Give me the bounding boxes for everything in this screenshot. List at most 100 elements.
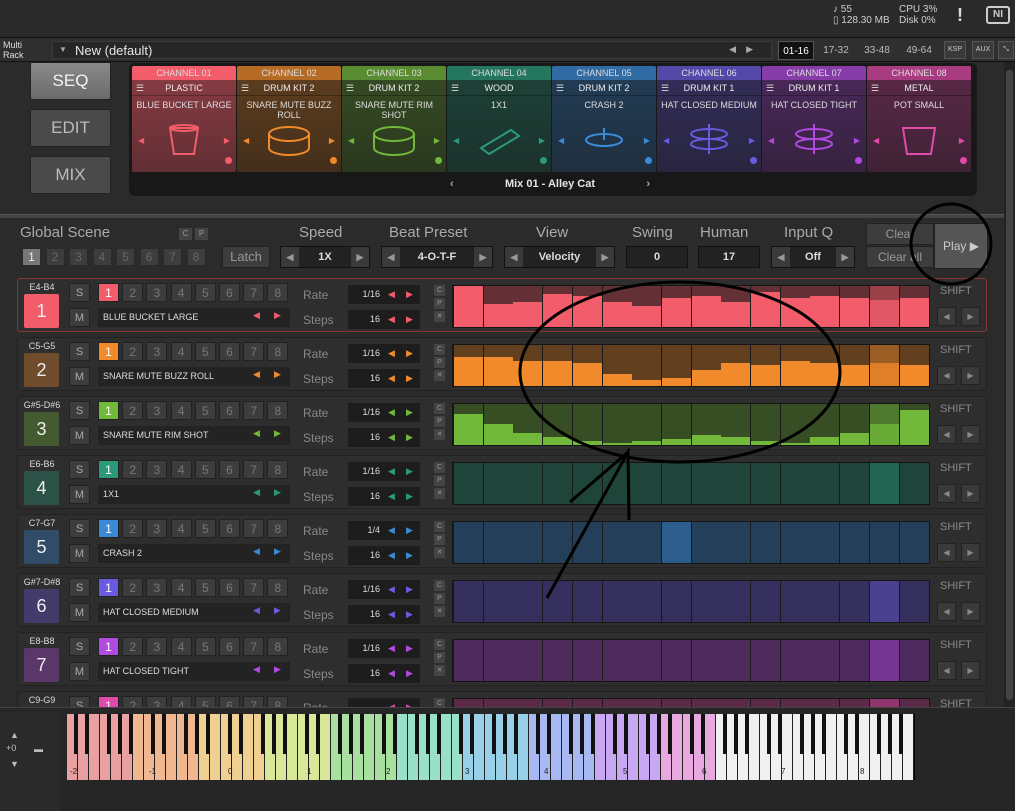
white-key[interactable] <box>474 714 485 780</box>
white-key[interactable] <box>287 714 298 780</box>
white-key[interactable] <box>397 714 408 780</box>
step-cell[interactable] <box>780 463 810 504</box>
track-pattern-2-button[interactable]: 2 <box>122 637 144 656</box>
transpose-up-icon[interactable]: ▲ <box>10 730 19 740</box>
step-cell[interactable] <box>661 463 691 504</box>
rate-selector[interactable]: 1/16 ◀ ▶ <box>348 580 420 599</box>
collapse-icon[interactable]: ⤡ <box>998 41 1014 59</box>
track-pattern-4-button[interactable]: 4 <box>170 401 192 420</box>
step-cell[interactable] <box>572 286 602 327</box>
sound-next-icon[interactable]: ▶ <box>274 546 281 557</box>
rate-selector[interactable]: 1/4 ◀ ▶ <box>348 521 420 540</box>
sound-next-icon[interactable]: ▶ <box>274 487 281 498</box>
rate-selector[interactable]: 1/16 ◀ ▶ <box>348 344 420 363</box>
white-key[interactable] <box>89 714 100 780</box>
step-cell[interactable] <box>661 640 691 681</box>
track-pattern-4-button[interactable]: 4 <box>170 460 192 479</box>
step-cell[interactable] <box>840 463 870 504</box>
step-cell[interactable] <box>513 404 543 445</box>
step-cell[interactable] <box>572 345 602 386</box>
step-cell[interactable] <box>780 345 810 386</box>
channel-next-icon[interactable]: ▶ <box>644 136 650 145</box>
step-cell[interactable] <box>513 640 543 681</box>
mix-prev-icon[interactable]: ‹ <box>450 178 454 190</box>
channel-slot[interactable]: CHANNEL 06 DRUM KIT 1 ☰ HAT CLOSED MEDIU… <box>657 66 761 172</box>
step-cell[interactable] <box>751 640 780 681</box>
track-pattern-5-button[interactable]: 5 <box>194 578 216 597</box>
step-cell[interactable] <box>840 404 870 445</box>
step-cell[interactable] <box>751 463 780 504</box>
steps-selector[interactable]: 16 ◀ ▶ <box>348 546 420 565</box>
sequencer-track[interactable]: E6-B6 4 S M 1 2 3 4 5 6 7 8 1X1 ◀ ▶ Rate Steps 1/… <box>17 455 987 509</box>
track-copy-button[interactable]: C <box>434 639 445 650</box>
channel-next-icon[interactable]: ▶ <box>854 136 860 145</box>
track-pattern-7-button[interactable]: 7 <box>243 637 265 656</box>
step-cell[interactable] <box>721 345 751 386</box>
global-scene-1-button[interactable]: 1 <box>22 248 41 266</box>
step-cell[interactable] <box>632 345 662 386</box>
track-pattern-3-button[interactable]: 3 <box>146 637 168 656</box>
channel-menu-icon[interactable]: ☰ <box>136 83 144 94</box>
white-key[interactable] <box>243 714 254 780</box>
track-pattern-7-button[interactable]: 7 <box>243 519 265 538</box>
step-cell[interactable] <box>840 286 870 327</box>
rate-next-icon[interactable]: ▶ <box>406 462 413 481</box>
human-value-field[interactable]: 17 <box>698 246 760 268</box>
step-cell[interactable] <box>721 522 751 563</box>
speed-next-icon[interactable]: ▶ <box>351 247 369 267</box>
step-cell[interactable] <box>840 581 870 622</box>
shift-right-icon[interactable]: ▶ <box>961 484 980 503</box>
channel-prev-icon[interactable]: ◀ <box>768 136 774 145</box>
step-cell[interactable] <box>632 640 662 681</box>
channel-slot[interactable]: CHANNEL 01 PLASTIC ☰ BLUE BUCKET LARGE ◀… <box>132 66 236 172</box>
step-cell[interactable] <box>869 581 899 622</box>
input-q-next-icon[interactable]: ▶ <box>836 247 854 267</box>
global-scene-5-button[interactable]: 5 <box>116 248 135 266</box>
rate-next-icon[interactable]: ▶ <box>406 521 413 540</box>
steps-prev-icon[interactable]: ◀ <box>388 310 395 329</box>
step-cell[interactable] <box>513 345 543 386</box>
step-cell[interactable] <box>691 345 721 386</box>
track-number[interactable]: 7 <box>24 648 59 682</box>
step-cell[interactable] <box>869 286 899 327</box>
sound-prev-icon[interactable]: ◀ <box>253 310 260 321</box>
step-grid[interactable] <box>452 580 930 623</box>
step-cell[interactable] <box>721 463 751 504</box>
transpose-down-icon[interactable]: ▼ <box>10 759 19 769</box>
view-next-icon[interactable]: ▶ <box>596 247 614 267</box>
track-pattern-4-button[interactable]: 4 <box>170 519 192 538</box>
multi-preset-menu[interactable]: ▼ New (default) ◀▶ <box>52 41 772 59</box>
step-cell[interactable] <box>483 286 513 327</box>
steps-prev-icon[interactable]: ◀ <box>388 487 395 506</box>
step-cell[interactable] <box>513 463 543 504</box>
track-pattern-4-button[interactable]: 4 <box>170 578 192 597</box>
step-cell[interactable] <box>691 286 721 327</box>
rate-prev-icon[interactable]: ◀ <box>388 403 395 422</box>
white-key[interactable] <box>133 714 144 780</box>
channel-menu-icon[interactable]: ☰ <box>451 83 459 94</box>
track-pattern-1-button[interactable]: 1 <box>98 342 119 361</box>
step-cell[interactable] <box>632 581 662 622</box>
track-pattern-4-button[interactable]: 4 <box>170 637 192 656</box>
track-number[interactable]: 5 <box>24 530 59 564</box>
white-key[interactable] <box>518 714 529 780</box>
white-key[interactable] <box>364 714 375 780</box>
track-pattern-7-button[interactable]: 7 <box>243 578 265 597</box>
step-cell[interactable] <box>899 345 929 386</box>
channel-next-icon[interactable]: ▶ <box>539 136 545 145</box>
step-cell[interactable] <box>810 640 840 681</box>
channel-prev-icon[interactable]: ◀ <box>873 136 879 145</box>
step-grid[interactable] <box>452 285 930 328</box>
white-key[interactable] <box>749 714 760 780</box>
track-pattern-6-button[interactable]: 6 <box>219 401 240 420</box>
step-cell[interactable] <box>869 404 899 445</box>
track-pattern-5-button[interactable]: 5 <box>194 519 216 538</box>
step-cell[interactable] <box>572 581 602 622</box>
step-cell[interactable] <box>513 581 543 622</box>
channel-slot[interactable]: CHANNEL 07 DRUM KIT 1 ☰ HAT CLOSED TIGHT… <box>762 66 866 172</box>
steps-next-icon[interactable]: ▶ <box>406 605 413 624</box>
solo-button[interactable]: S <box>69 401 90 420</box>
step-cell[interactable] <box>483 522 513 563</box>
shift-right-icon[interactable]: ▶ <box>961 307 980 326</box>
input-q-selector[interactable]: ◀ Off ▶ <box>771 246 855 268</box>
